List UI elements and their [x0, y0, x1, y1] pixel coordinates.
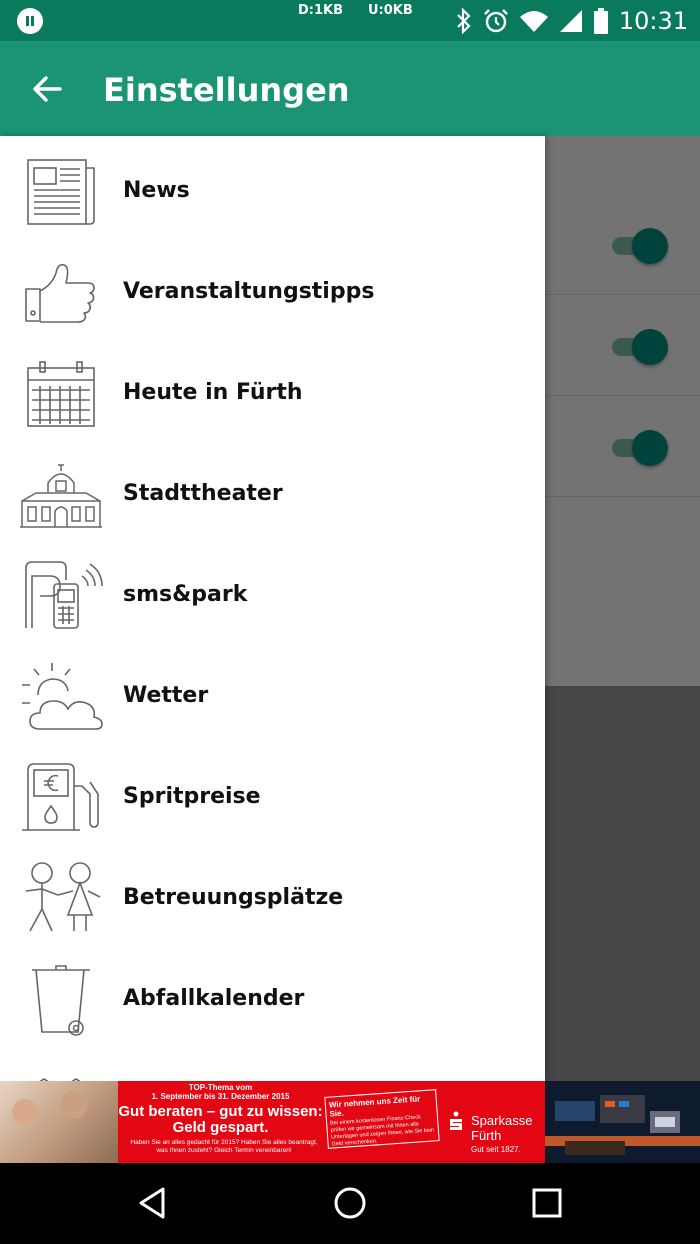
drawer-item-news[interactable]: News — [0, 140, 545, 241]
drawer-item-partial[interactable] — [0, 1049, 545, 1081]
wifi-icon — [519, 11, 548, 32]
drawer-item-label: News — [123, 178, 190, 203]
download-rate: D:1KB — [298, 3, 344, 18]
ad-photo — [0, 1081, 118, 1163]
theater-building-icon — [20, 464, 102, 528]
newspaper-icon — [27, 159, 95, 225]
drawer-item-spritpreise[interactable]: Spritpreise — [0, 746, 545, 847]
drawer-item-stadttheater[interactable]: Stadttheater — [0, 443, 545, 544]
ad-topic-line2: 1. September bis 31. Dezember 2015 — [151, 1092, 290, 1101]
ad-brand-line2: Fürth — [471, 1128, 502, 1143]
system-nav-bar — [0, 1163, 700, 1244]
ad-small-text: Haben Sie an alles gedacht für 2015? Hab… — [130, 1139, 318, 1154]
drawer-item-wetter[interactable]: Wetter — [0, 645, 545, 746]
envelope-icon — [39, 1078, 81, 1081]
drawer-item-label: sms&park — [123, 582, 248, 607]
nav-home-icon[interactable] — [328, 1181, 372, 1225]
pause-icon — [17, 8, 43, 34]
ad-box-text: Bei einem kostenlosen Finanz-Check prüfe… — [329, 1114, 435, 1148]
navigation-drawer: News Veranstaltungstipps Heute in Fürth — [0, 136, 545, 1081]
thumbs-up-icon — [25, 263, 95, 323]
nav-recents-icon[interactable] — [525, 1181, 569, 1225]
children-icon — [25, 862, 101, 932]
drawer-item-sms-park[interactable]: sms&park — [0, 544, 545, 645]
back-arrow-icon[interactable] — [28, 69, 68, 109]
drawer-item-abfallkalender[interactable]: Abfallkalender — [0, 948, 545, 1049]
ad-topic-line1: TOP-Thema vom — [188, 1083, 253, 1092]
drawer-item-label: Heute in Fürth — [123, 380, 303, 405]
sun-cloud-icon — [22, 663, 103, 730]
drawer-item-veranstaltungstipps[interactable]: Veranstaltungstipps — [0, 241, 545, 342]
drawer-item-betreuungsplaetze[interactable]: Betreuungsplätze — [0, 847, 545, 948]
sparkasse-logo-icon — [450, 1111, 462, 1130]
cell-signal-icon — [559, 10, 582, 32]
drawer-item-label: Spritpreise — [123, 784, 261, 809]
upload-rate: U:0KB — [368, 3, 413, 18]
calendar-icon — [27, 361, 95, 427]
nav-back-icon[interactable] — [131, 1181, 175, 1225]
drawer-item-heute-in-fuerth[interactable]: Heute in Fürth — [0, 342, 545, 443]
ad-headline2: Geld gespart. — [172, 1119, 269, 1136]
drawer-item-label: Abfallkalender — [123, 986, 305, 1011]
ad-slogan: Gut seit 1827. — [471, 1145, 521, 1154]
ad-brand-line1: Sparkasse — [471, 1113, 533, 1128]
drawer-item-label: Stadttheater — [123, 481, 283, 506]
ad-callout-box: Wir nehmen uns Zeit für Sie. Bei einem k… — [324, 1089, 440, 1149]
drawer-item-label: Wetter — [123, 683, 209, 708]
ad-banner[interactable]: TOP-Thema vom 1. September bis 31. Dezem… — [0, 1081, 700, 1163]
battery-icon — [593, 8, 608, 34]
ad-graphic — [545, 1081, 700, 1163]
page-title: Einstellungen — [103, 71, 350, 109]
ad-sparkasse: TOP-Thema vom 1. September bis 31. Dezem… — [118, 1081, 545, 1163]
app-bar: Einstellungen — [0, 41, 700, 136]
phone-parking-icon — [25, 561, 103, 629]
ad-headline1: Gut beraten – gut zu wissen: — [118, 1103, 323, 1120]
trash-bin-icon — [32, 965, 90, 1036]
alarm-icon — [483, 9, 508, 33]
clock: 10:31 — [618, 7, 688, 35]
bluetooth-icon — [457, 8, 471, 34]
fuel-pump-icon — [22, 763, 99, 831]
drawer-item-label: Betreuungsplätze — [123, 885, 344, 910]
drawer-item-label: Veranstaltungstipps — [123, 279, 375, 304]
status-bar: D:1KB U:0KB 10:31 — [0, 0, 700, 41]
